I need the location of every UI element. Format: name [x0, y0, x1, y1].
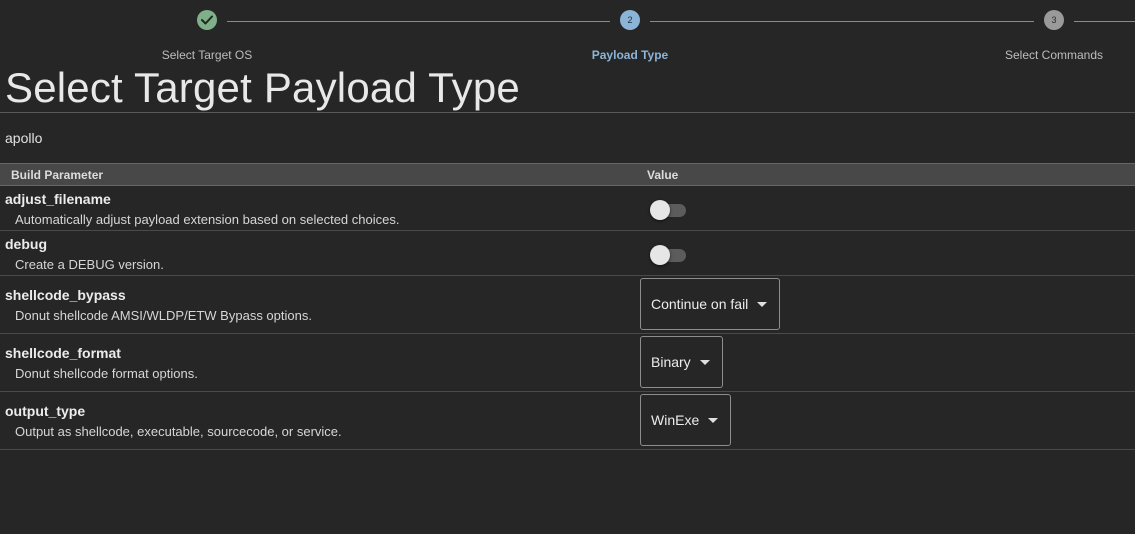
step-2-label[interactable]: Payload Type: [592, 48, 668, 62]
parameter-name: output_type: [5, 403, 86, 419]
payload-wizard-page: 2 3 Select Target OS Payload Type Select…: [0, 0, 1135, 534]
table-row: output_type Output as shellcode, executa…: [0, 392, 1135, 450]
step-1-check-icon[interactable]: [197, 10, 217, 30]
column-header-value: Value: [647, 168, 679, 182]
toggle-thumb: [650, 245, 670, 265]
shellcode-bypass-select[interactable]: Continue on fail: [640, 278, 781, 330]
select-value: Continue on fail: [651, 296, 749, 312]
step-connector: [1074, 21, 1135, 22]
parameter-description: Automatically adjust payload extension b…: [15, 212, 400, 227]
parameter-description: Donut shellcode format options.: [15, 366, 198, 381]
table-row: shellcode_bypass Donut shellcode AMSI/WL…: [0, 276, 1135, 334]
output-type-select[interactable]: WinExe: [640, 394, 732, 446]
caret-down-icon: [757, 301, 768, 307]
parameter-description: Create a DEBUG version.: [15, 257, 164, 272]
parameter-name: shellcode_bypass: [5, 287, 126, 303]
step-connector: [650, 21, 1034, 22]
adjust-filename-toggle[interactable]: [650, 200, 688, 220]
parameter-description: Output as shellcode, executable, sourcec…: [15, 424, 342, 439]
select-value: Binary: [651, 354, 691, 370]
table-row: debug Create a DEBUG version.: [0, 231, 1135, 276]
step-1-label[interactable]: Select Target OS: [162, 48, 253, 62]
caret-down-icon: [708, 417, 719, 423]
toggle-thumb: [650, 200, 670, 220]
step-3-label[interactable]: Select Commands: [1005, 48, 1103, 62]
parameter-name: adjust_filename: [5, 191, 111, 207]
caret-down-icon: [699, 359, 710, 365]
parameter-name: debug: [5, 236, 47, 252]
debug-toggle[interactable]: [650, 245, 688, 265]
step-connector: [227, 21, 610, 22]
check-icon: [201, 15, 213, 25]
table-row: shellcode_format Donut shellcode format …: [0, 334, 1135, 392]
column-header-parameter: Build Parameter: [11, 168, 104, 182]
select-value: WinExe: [651, 412, 700, 428]
build-parameters-table: Build Parameter Value adjust_filename Au…: [0, 163, 1135, 450]
payload-type-name: apollo: [5, 130, 43, 146]
step-3-indicator[interactable]: 3: [1044, 10, 1064, 30]
page-title: Select Target Payload Type: [5, 64, 520, 111]
parameter-description: Donut shellcode AMSI/WLDP/ETW Bypass opt…: [15, 308, 312, 323]
shellcode-format-select[interactable]: Binary: [640, 336, 723, 388]
table-header: Build Parameter Value: [0, 163, 1135, 186]
title-divider: [0, 112, 1135, 113]
wizard-stepper: 2 3 Select Target OS Payload Type Select…: [0, 0, 1135, 66]
parameter-name: shellcode_format: [5, 345, 121, 361]
step-2-indicator[interactable]: 2: [620, 10, 640, 30]
table-row: adjust_filename Automatically adjust pay…: [0, 186, 1135, 231]
